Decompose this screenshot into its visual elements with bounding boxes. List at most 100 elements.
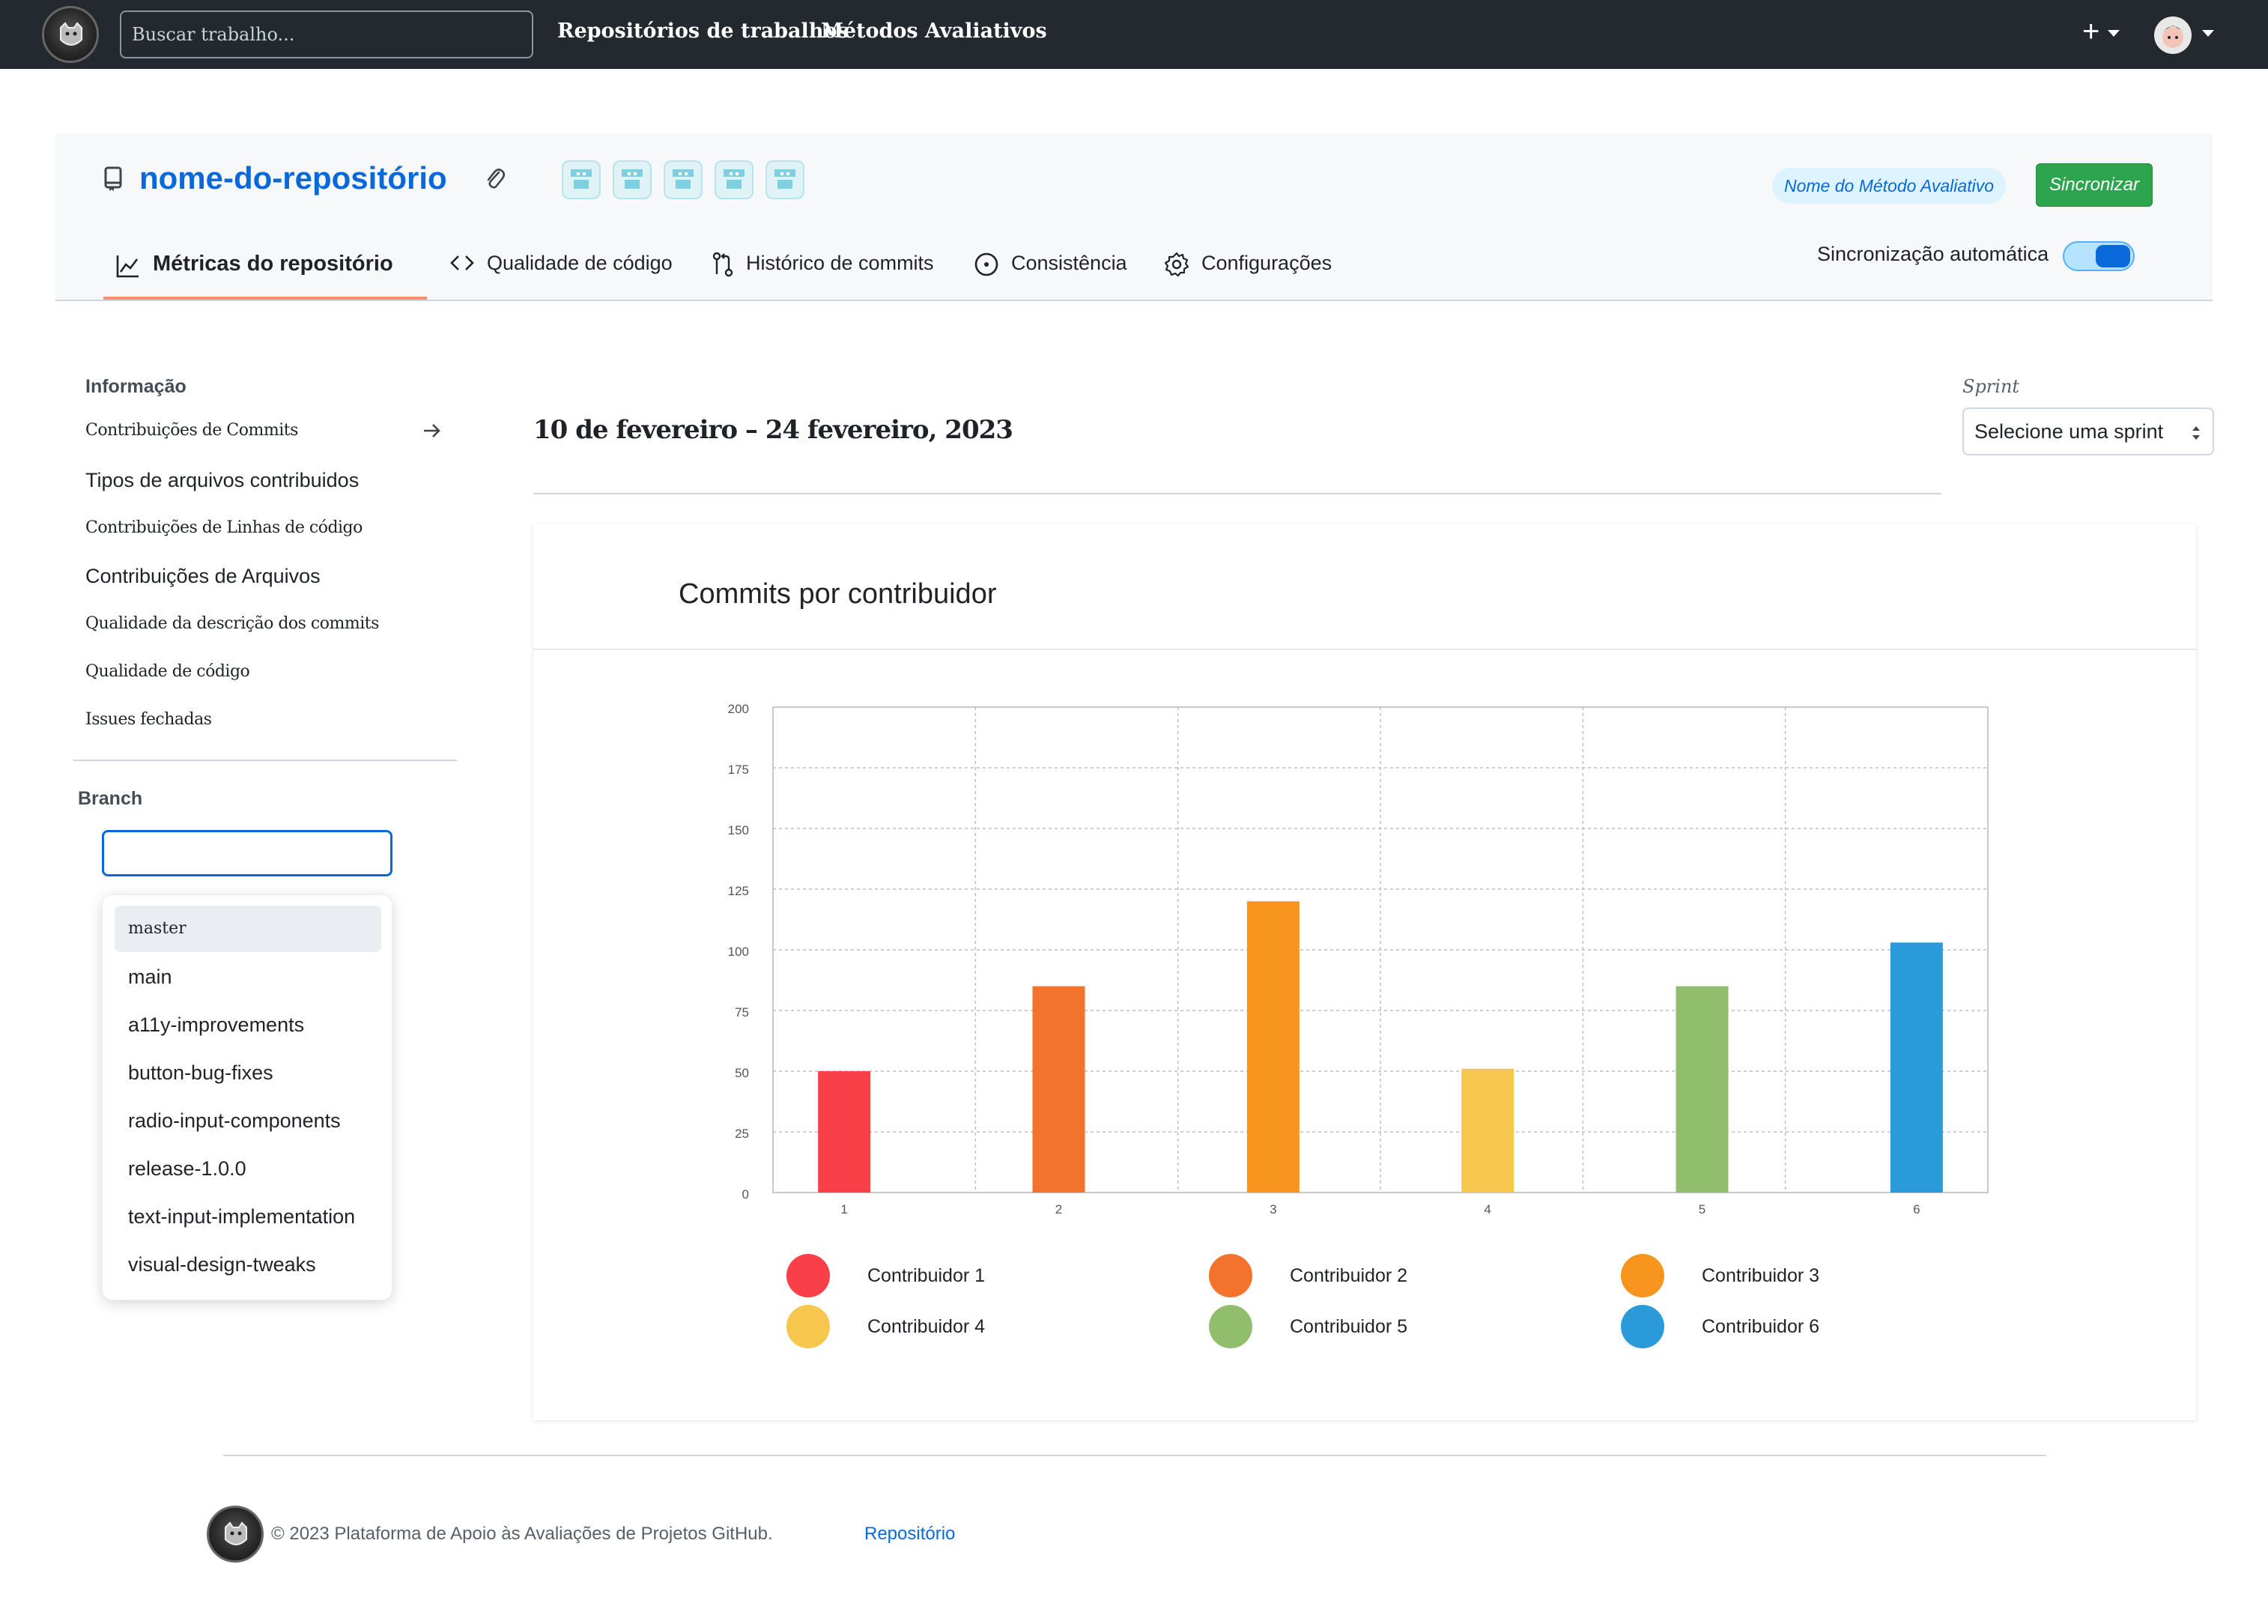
legend-label: Contribuidor 5 <box>1290 1315 1408 1337</box>
bar <box>1461 1068 1514 1193</box>
sidebar-item-commit-contributions[interactable]: Contribuições de Commits <box>85 421 298 440</box>
branch-option[interactable]: a11y-improvements <box>115 1002 381 1048</box>
tab-label: Configurações <box>1201 252 1332 274</box>
x-tick-label: 5 <box>1699 1202 1705 1217</box>
legend-label: Contribuidor 3 <box>1702 1264 1820 1286</box>
legend-label: Contribuidor 2 <box>1290 1264 1408 1286</box>
paperclip-icon[interactable] <box>484 166 506 193</box>
tab-settings[interactable]: Configurações <box>1164 252 1332 301</box>
info-section-title: Informação <box>85 376 187 397</box>
top-navbar: Repositórios de trabalhos Métodos Avalia… <box>0 0 2268 69</box>
app-logo[interactable] <box>42 6 99 63</box>
x-tick-label: 4 <box>1484 1202 1491 1217</box>
sidebar-item-file-contributions[interactable]: Contribuições de Arquivos <box>85 565 321 588</box>
graph-icon <box>116 255 139 278</box>
auto-sync-toggle[interactable] <box>2063 241 2135 271</box>
legend-item[interactable]: Contribuidor 5 <box>1209 1305 1407 1348</box>
member-avatar[interactable] <box>664 160 703 199</box>
branch-option[interactable]: text-input-implementation <box>115 1193 381 1240</box>
select-arrows-icon <box>2192 426 2200 440</box>
gear-icon <box>1164 252 1189 277</box>
code-icon <box>450 255 474 270</box>
footer-repository-link[interactable]: Repositório <box>864 1524 955 1545</box>
legend-label: Contribuidor 6 <box>1702 1315 1820 1337</box>
branch-option[interactable]: radio-input-components <box>115 1097 381 1144</box>
auto-sync-label: Sincronização automática <box>1817 243 2049 265</box>
bar <box>818 1071 871 1193</box>
search-input[interactable] <box>120 10 533 58</box>
legend-swatch <box>1621 1305 1664 1348</box>
legend-item[interactable]: Contribuidor 2 <box>1209 1254 1407 1297</box>
repo-icon <box>104 166 122 191</box>
tab-commit-history[interactable]: Histórico de commits <box>712 252 934 301</box>
sprint-select-value: Selecione uma sprint <box>1974 420 2164 443</box>
member-avatar[interactable] <box>765 160 804 199</box>
chevron-down-icon <box>2108 29 2120 37</box>
tab-label: Qualidade de código <box>487 252 673 274</box>
member-avatar[interactable] <box>613 160 652 199</box>
x-tick-label: 2 <box>1055 1202 1062 1217</box>
x-tick-label: 6 <box>1913 1202 1920 1217</box>
tab-metrics[interactable]: Métricas do repositório <box>115 252 393 301</box>
y-tick-label: 150 <box>728 823 749 837</box>
branch-option[interactable]: master <box>115 906 381 952</box>
footer-copyright: © 2023 Plataforma de Apoio às Avaliações… <box>271 1524 773 1544</box>
branch-option[interactable]: button-bug-fixes <box>115 1049 381 1096</box>
branch-input[interactable] <box>102 830 392 876</box>
y-tick-label: 100 <box>728 945 749 959</box>
member-avatar[interactable] <box>715 160 754 199</box>
sprint-label: Sprint <box>1962 376 2020 397</box>
plus-icon: + <box>2082 15 2100 48</box>
nav-link-methods[interactable]: Métodos Avaliativos <box>821 19 1047 43</box>
method-badge[interactable]: Nome do Método Avaliativo <box>1772 168 2006 204</box>
legend-item[interactable]: Contribuidor 3 <box>1621 1254 1819 1297</box>
legend-swatch <box>1621 1254 1664 1297</box>
legend-item[interactable]: Contribuidor 6 <box>1621 1305 1819 1348</box>
bar <box>1246 901 1300 1193</box>
legend-swatch <box>1209 1254 1252 1297</box>
x-tick-label: 3 <box>1270 1202 1276 1217</box>
tab-label: Consistência <box>1011 252 1127 274</box>
branch-option[interactable]: release-1.0.0 <box>115 1145 381 1192</box>
toggle-knob <box>2096 245 2130 267</box>
sidebar-item-closed-issues[interactable]: Issues fechadas <box>85 710 212 729</box>
tab-code-quality[interactable]: Qualidade de código <box>449 252 673 301</box>
legend-label: Contribuidor 4 <box>867 1315 986 1337</box>
bar <box>1676 986 1729 1193</box>
branch-option[interactable]: visual-design-tweaks <box>115 1241 381 1288</box>
sidebar-item-file-types[interactable]: Tipos de arquivos contribuidos <box>85 469 359 492</box>
sidebar-item-commit-description-quality[interactable]: Qualidade da descrição dos commits <box>85 614 379 633</box>
y-tick-label: 25 <box>735 1127 749 1141</box>
y-tick-label: 200 <box>728 702 749 716</box>
y-tick-label: 0 <box>742 1187 749 1202</box>
bar <box>1890 942 1943 1193</box>
tab-label: Histórico de commits <box>746 252 934 274</box>
nav-link-repositories[interactable]: Repositórios de trabalhos <box>557 19 849 43</box>
branch-section-title: Branch <box>78 788 143 809</box>
create-new-button[interactable]: + <box>2082 16 2120 46</box>
branch-dropdown: master main a11y-improvements button-bug… <box>102 894 392 1300</box>
legend-item[interactable]: Contribuidor 1 <box>786 1254 985 1297</box>
y-tick-label: 50 <box>735 1066 749 1080</box>
sidebar-item-line-contributions[interactable]: Contribuições de Linhas de código <box>85 518 363 537</box>
avatar-chevron-down-icon[interactable] <box>2202 30 2214 37</box>
legend-swatch <box>786 1254 830 1297</box>
sprint-select[interactable]: Selecione uma sprint <box>1962 407 2214 455</box>
legend-swatch <box>1209 1305 1252 1348</box>
git-compare-icon <box>712 252 733 277</box>
repo-name[interactable]: nome-do-repositório <box>139 160 447 196</box>
member-avatar[interactable] <box>562 160 601 199</box>
date-range-title: 10 de fevereiro – 24 fevereiro, 2023 <box>533 415 1013 445</box>
y-tick-label: 75 <box>735 1005 749 1019</box>
legend-item[interactable]: Contribuidor 4 <box>786 1305 985 1348</box>
main-divider <box>533 493 1941 494</box>
footer-divider <box>223 1455 2046 1456</box>
sidebar-item-code-quality[interactable]: Qualidade de código <box>85 662 250 681</box>
user-avatar[interactable] <box>2154 16 2192 54</box>
footer-logo <box>207 1506 264 1563</box>
y-tick-label: 125 <box>728 884 749 898</box>
branch-option[interactable]: main <box>115 954 381 1000</box>
sync-button[interactable]: Sincronizar <box>2036 163 2153 207</box>
tab-consistency[interactable]: Consistência <box>974 252 1127 301</box>
sidebar-divider <box>73 760 457 761</box>
